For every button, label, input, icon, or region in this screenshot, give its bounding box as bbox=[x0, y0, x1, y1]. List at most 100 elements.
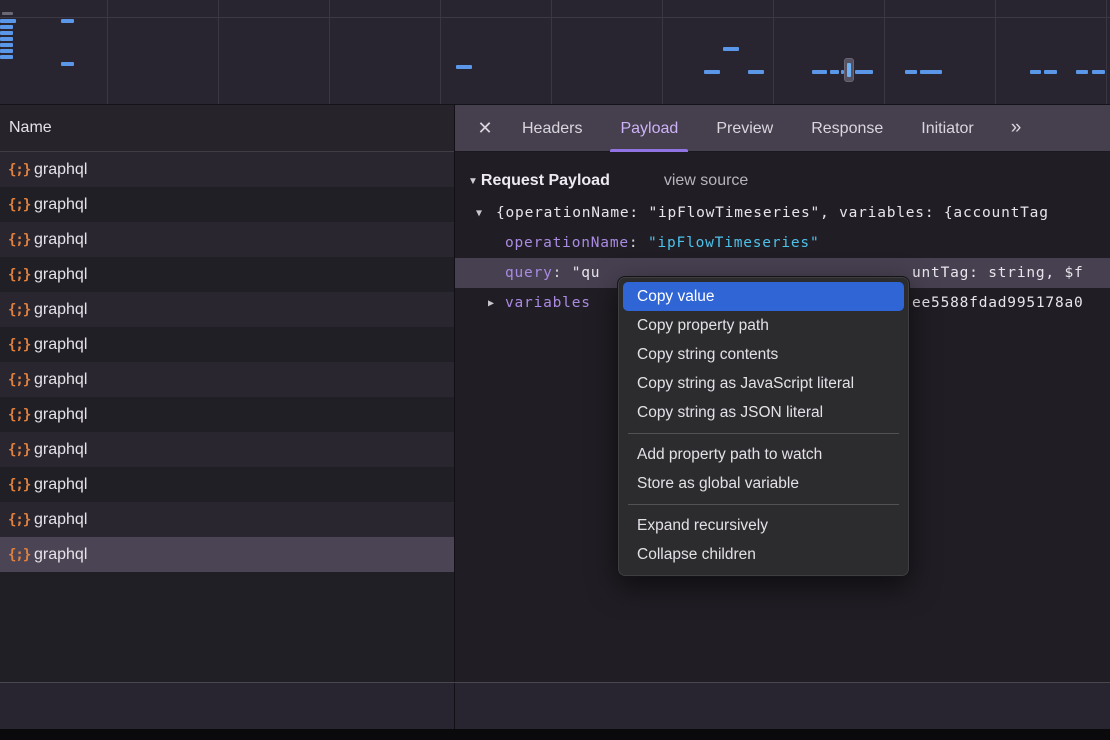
overview-gridline bbox=[440, 0, 441, 105]
waterfall-bar[interactable] bbox=[723, 47, 739, 51]
waterfall-bar[interactable] bbox=[920, 70, 942, 74]
request-row[interactable]: {;}graphql bbox=[0, 432, 454, 467]
property-value-start: "qu bbox=[572, 265, 601, 281]
json-braces-icon: {;} bbox=[8, 477, 34, 493]
waterfall-bar[interactable] bbox=[812, 70, 827, 74]
more-tabs-icon[interactable]: » bbox=[1001, 117, 1030, 139]
waterfall-bar[interactable] bbox=[0, 49, 13, 53]
request-row[interactable]: {;}graphql bbox=[0, 292, 454, 327]
request-name-label: graphql bbox=[34, 161, 87, 179]
waterfall-bar[interactable] bbox=[0, 37, 13, 41]
property-value-continuation: ee5588fdad995178a0 bbox=[912, 295, 1084, 311]
request-name-label: graphql bbox=[34, 406, 87, 424]
property-value: "ipFlowTimeseries" bbox=[648, 235, 820, 251]
request-row[interactable]: {;}graphql bbox=[0, 152, 454, 187]
panel-divider bbox=[454, 683, 455, 729]
request-row[interactable]: {;}graphql bbox=[0, 327, 454, 362]
json-braces-icon: {;} bbox=[8, 337, 34, 353]
overview-gridline bbox=[662, 0, 663, 105]
waterfall-bar[interactable] bbox=[1092, 70, 1105, 74]
request-row[interactable]: {;}graphql bbox=[0, 362, 454, 397]
request-row[interactable]: {;}graphql bbox=[0, 467, 454, 502]
request-row[interactable]: {;}graphql bbox=[0, 187, 454, 222]
close-icon[interactable]: ✕ bbox=[467, 110, 503, 146]
tab-response[interactable]: Response bbox=[792, 105, 902, 152]
view-source-link[interactable]: view source bbox=[664, 172, 748, 190]
property-key: variables bbox=[505, 295, 591, 311]
json-braces-icon: {;} bbox=[8, 547, 34, 563]
property-key: query bbox=[505, 265, 553, 281]
detail-tab-bar: ✕ HeadersPayload Preview ResponseInitiator… bbox=[455, 105, 1110, 152]
request-name-label: graphql bbox=[34, 546, 87, 564]
waterfall-bar[interactable] bbox=[61, 62, 74, 66]
tab-label: Preview bbox=[716, 120, 773, 138]
waterfall-bar[interactable] bbox=[0, 31, 13, 35]
request-row[interactable]: {;}graphql bbox=[0, 502, 454, 537]
request-name-label: graphql bbox=[34, 371, 87, 389]
request-name-label: graphql bbox=[34, 196, 87, 214]
menu-item-store-as-global-variable[interactable]: Store as global variable bbox=[623, 469, 904, 498]
overview-gridline bbox=[773, 0, 774, 105]
menu-item-copy-value[interactable]: Copy value bbox=[623, 282, 904, 311]
payload-root-preview: {operationName: "ipFlowTimeseries", vari… bbox=[476, 205, 1049, 221]
waterfall-bar[interactable] bbox=[905, 70, 917, 74]
request-row[interactable]: {;}graphql bbox=[0, 397, 454, 432]
request-row[interactable]: {;}graphql bbox=[0, 257, 454, 292]
waterfall-bar[interactable] bbox=[830, 70, 839, 74]
json-braces-icon: {;} bbox=[8, 442, 34, 458]
menu-item-copy-string-as-javascript-literal[interactable]: Copy string as JavaScript literal bbox=[623, 369, 904, 398]
payload-section-header[interactable]: ▼ Request Payload view source bbox=[455, 164, 1110, 198]
json-braces-icon: {;} bbox=[8, 232, 34, 248]
json-braces-icon: {;} bbox=[8, 267, 34, 283]
name-column-header[interactable]: Name bbox=[0, 105, 454, 152]
waterfall-bar[interactable] bbox=[2, 12, 13, 15]
payload-section-title: Request Payload bbox=[481, 172, 610, 190]
collapse-triangle-icon: ▼ bbox=[468, 176, 478, 187]
menu-separator bbox=[628, 504, 899, 505]
payload-root-row[interactable]: ▼ {operationName: "ipFlowTimeseries", va… bbox=[455, 198, 1110, 228]
menu-item-add-property-path-to-watch[interactable]: Add property path to watch bbox=[623, 440, 904, 469]
waterfall-bar[interactable] bbox=[0, 19, 16, 23]
waterfall-bar[interactable] bbox=[704, 70, 720, 74]
menu-item-collapse-children[interactable]: Collapse children bbox=[623, 540, 904, 569]
network-overview-timeline[interactable] bbox=[0, 0, 1110, 105]
menu-item-copy-string-contents[interactable]: Copy string contents bbox=[623, 340, 904, 369]
network-main-split: Name {;}graphql{;}graphql{;}graphql{;}gr… bbox=[0, 105, 1110, 729]
waterfall-bar[interactable] bbox=[456, 65, 472, 69]
tab-payload[interactable]: Payload bbox=[601, 105, 697, 152]
waterfall-bar[interactable] bbox=[0, 55, 13, 59]
waterfall-bar[interactable] bbox=[61, 19, 74, 23]
waterfall-bar[interactable] bbox=[1044, 70, 1057, 74]
tab-headers[interactable]: Headers bbox=[503, 105, 601, 152]
request-name-label: graphql bbox=[34, 266, 87, 284]
request-name-label: graphql bbox=[34, 336, 87, 354]
expand-triangle-icon[interactable]: ▶ bbox=[488, 298, 494, 309]
waterfall-bar[interactable] bbox=[1076, 70, 1088, 74]
menu-item-expand-recursively[interactable]: Expand recursively bbox=[623, 511, 904, 540]
tab-initiator[interactable]: Initiator bbox=[902, 105, 992, 152]
waterfall-bar[interactable] bbox=[1030, 70, 1041, 74]
menu-item-copy-string-as-json-literal[interactable]: Copy string as JSON literal bbox=[623, 398, 904, 427]
expand-triangle-icon[interactable]: ▼ bbox=[476, 208, 482, 219]
operation-name-row[interactable]: operationName: "ipFlowTimeseries" bbox=[455, 228, 1110, 258]
request-row[interactable]: {;}graphql bbox=[0, 537, 454, 572]
request-row[interactable]: {;}graphql bbox=[0, 222, 454, 257]
overview-gridline bbox=[218, 0, 219, 105]
request-name-label: graphql bbox=[34, 301, 87, 319]
menu-item-copy-property-path[interactable]: Copy property path bbox=[623, 311, 904, 340]
tab-preview[interactable]: Preview bbox=[697, 105, 792, 152]
property-value-continuation: untTag: string, $f bbox=[912, 265, 1084, 281]
waterfall-bar[interactable] bbox=[0, 43, 13, 47]
property-key: operationName bbox=[505, 235, 629, 251]
waterfall-bar[interactable] bbox=[748, 70, 764, 74]
waterfall-bar[interactable] bbox=[855, 70, 873, 74]
json-braces-icon: {;} bbox=[8, 302, 34, 318]
json-braces-icon: {;} bbox=[8, 512, 34, 528]
json-braces-icon: {;} bbox=[8, 372, 34, 388]
request-name-label: graphql bbox=[34, 511, 87, 529]
waterfall-bar[interactable] bbox=[0, 25, 13, 29]
menu-separator bbox=[628, 433, 899, 434]
summary-footer-bar bbox=[0, 682, 1110, 729]
overview-gridline bbox=[1106, 0, 1107, 105]
name-column-label: Name bbox=[9, 119, 52, 137]
